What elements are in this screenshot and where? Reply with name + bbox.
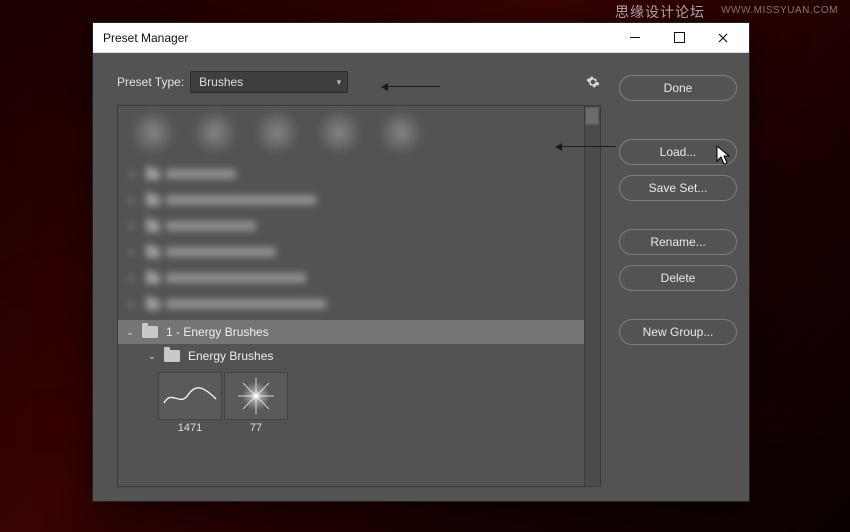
chevron-down-icon: ⌄ [146,351,158,362]
preset-type-value: Brushes [199,75,243,89]
annotation-arrow [384,86,440,87]
load-button[interactable]: Load... [619,139,737,165]
brush-tile-77[interactable]: 77 [224,372,288,434]
starburst-icon [236,376,276,416]
annotation-arrow [558,146,616,147]
minimize-button[interactable] [613,23,657,52]
watermark-cn: 思缘设计论坛 [615,2,705,22]
close-button[interactable] [701,23,745,52]
tree-subgroup-label: Energy Brushes [188,349,273,363]
brush-stroke-icon [162,381,218,411]
save-set-button[interactable]: Save Set... [619,175,737,201]
titlebar: Preset Manager [93,23,749,53]
folder-icon [164,350,180,362]
brush-size-label: 1471 [178,422,202,434]
preset-type-label: Preset Type: [117,75,184,89]
gear-icon[interactable] [585,74,601,90]
preset-type-select[interactable]: Brushes ▾ [190,71,348,93]
watermark-url: WWW.MISSYUAN.COM [721,5,838,16]
preset-list-panel: ▾ ▸ ▸ ▸ ▸ ▸ ⌄ 1 - Energy Brushes ⌄ [117,105,601,487]
rename-button[interactable]: Rename... [619,229,737,255]
delete-button[interactable]: Delete [619,265,737,291]
new-group-button[interactable]: New Group... [619,319,737,345]
folder-icon [142,326,158,338]
chevron-down-icon: ⌄ [124,327,136,338]
maximize-button[interactable] [657,23,701,52]
chevron-down-icon: ▾ [337,77,342,88]
blurred-content: ▾ ▸ ▸ ▸ ▸ ▸ [118,106,600,320]
tree-group-label: 1 - Energy Brushes [166,325,269,339]
titlebar-title: Preset Manager [103,31,613,45]
preset-manager-dialog: Preset Manager Preset Type: Brushes ▾ [92,22,750,502]
brush-size-label: 77 [250,422,262,434]
done-button[interactable]: Done [619,75,737,101]
tree-group-energy-brushes[interactable]: ⌄ 1 - Energy Brushes [118,320,584,344]
tree-subgroup-energy-brushes[interactable]: ⌄ Energy Brushes [140,344,584,368]
brush-tile-1471[interactable]: 1471 [158,372,222,434]
